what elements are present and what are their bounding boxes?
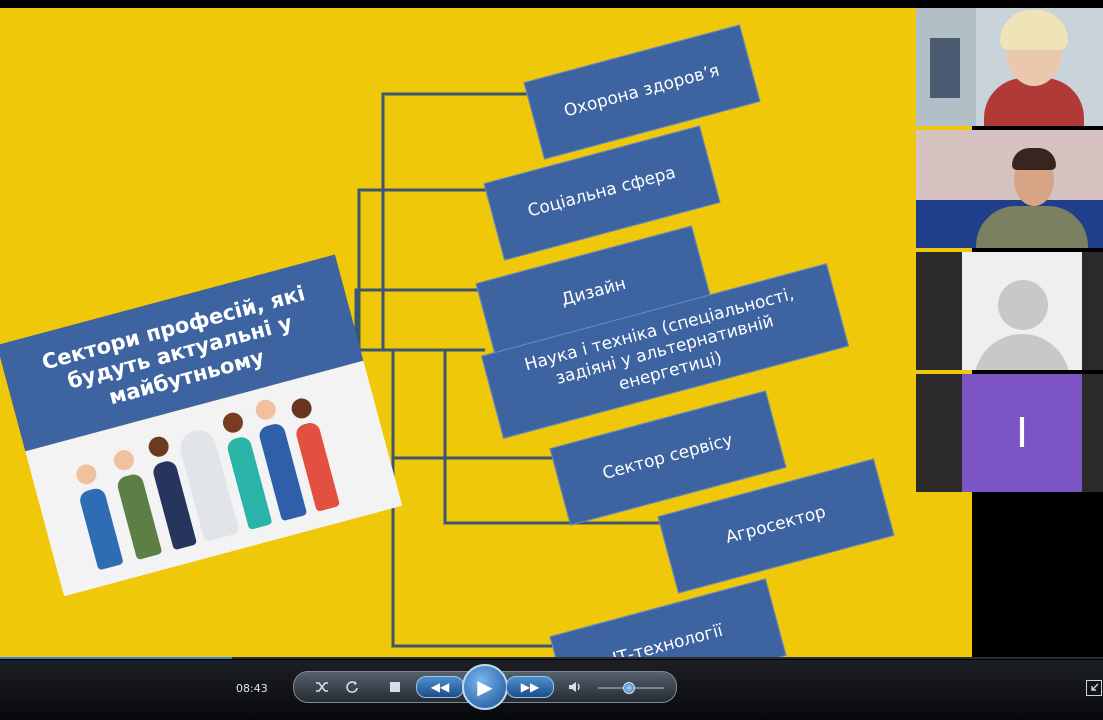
switch-mode-icon[interactable] (1086, 680, 1102, 696)
participant-video-2[interactable] (916, 130, 1103, 248)
presentation-slide: Сектори професій, які будуть актуальні у… (0, 8, 972, 658)
sector-label-agro: Агросектор (723, 502, 829, 549)
participant-tile-3[interactable] (916, 252, 1103, 370)
media-player-window: Сектори професій, які будуть актуальні у… (0, 0, 1103, 720)
user-avatar-icon (962, 252, 1082, 370)
participant-tile-4[interactable]: I (916, 374, 1103, 492)
participant-initial: I (962, 374, 1082, 492)
play-icon[interactable]: ▶ (462, 664, 508, 710)
previous-icon[interactable]: ◀◀ (416, 676, 464, 698)
player-controls: 08:43 ◀◀ ▶ ▶▶ (0, 660, 1103, 720)
next-icon[interactable]: ▶▶ (506, 676, 554, 698)
repeat-icon[interactable] (342, 678, 362, 696)
sector-label-health: Охорона здоров’я (561, 61, 722, 122)
participant-video-1[interactable] (916, 8, 1103, 126)
sector-label-social: Соціальна сфера (525, 163, 679, 222)
seek-bar-progress (0, 657, 232, 659)
sector-label-service: Сектор сервісу (600, 430, 736, 485)
volume-slider-thumb[interactable] (622, 682, 635, 694)
sector-label-design: Дизайн (559, 274, 629, 311)
volume-icon[interactable] (566, 678, 584, 696)
current-time: 08:43 (236, 682, 268, 695)
seek-bar[interactable] (0, 657, 1103, 659)
sector-label-it: ІТ-технології (610, 621, 726, 658)
stop-icon[interactable] (386, 678, 404, 696)
shuffle-icon[interactable] (312, 678, 332, 696)
